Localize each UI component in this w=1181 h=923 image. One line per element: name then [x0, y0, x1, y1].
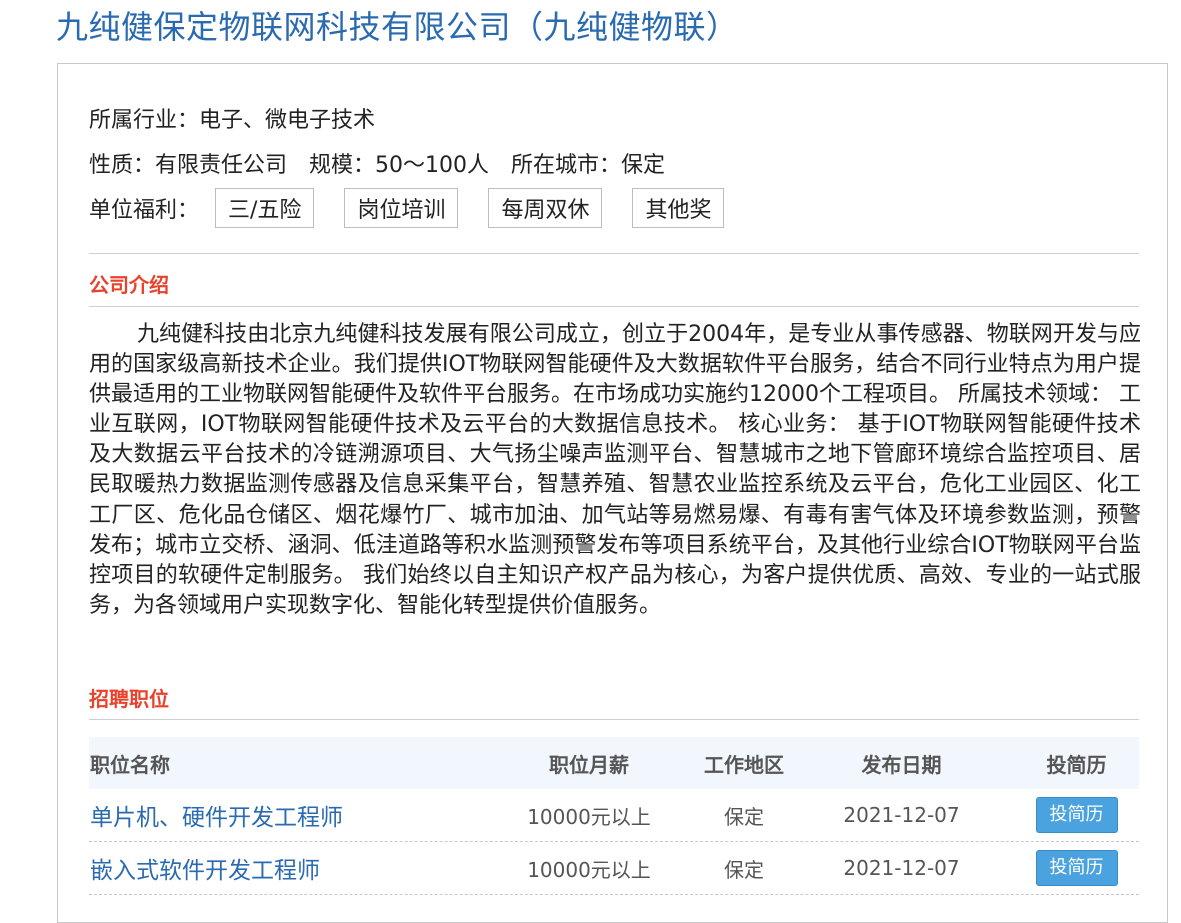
apply-cell: 投简历 [1014, 797, 1139, 833]
company-facts-line: 性质：有限责任公司 规模：50～100人 所在城市：保定 [89, 147, 665, 179]
welfare-label: 单位福利： [89, 198, 200, 223]
jobs-table-header: 职位名称 职位月薪 工作地区 发布日期 投简历 [89, 737, 1139, 789]
apply-cell: 投简历 [1014, 850, 1139, 886]
job-area: 保定 [724, 804, 764, 829]
jobs-table: 职位名称 职位月薪 工作地区 发布日期 投简历 单片机、硬件开发工程师 1000… [89, 737, 1139, 895]
job-title-link[interactable]: 单片机、硬件开发工程师 [89, 798, 479, 832]
city-text: 所在城市：保定 [511, 153, 666, 178]
welfare-tag: 岗位培训 [344, 188, 459, 228]
divider [89, 253, 1139, 254]
job-salary: 10000元以上 [527, 857, 651, 882]
job-date: 2021-12-07 [843, 803, 960, 827]
job-salary: 10000元以上 [527, 804, 651, 829]
welfare-tag: 三/五险 [215, 188, 315, 228]
apply-button[interactable]: 投简历 [1035, 850, 1118, 886]
header-salary: 职位月薪 [549, 752, 629, 777]
job-row: 单片机、硬件开发工程师 10000元以上 保定 2021-12-07 投简历 [89, 789, 1139, 842]
welfare-row: 单位福利： 三/五险 岗位培训 每周双休 其他奖 [89, 187, 754, 229]
company-title: 九纯健保定物联网科技有限公司（九纯健物联） [56, 8, 739, 46]
apply-button[interactable]: 投简历 [1035, 797, 1118, 833]
welfare-tag: 每周双休 [488, 188, 603, 228]
header-apply: 投简历 [1046, 752, 1107, 777]
job-area: 保定 [724, 857, 764, 882]
job-date: 2021-12-07 [843, 856, 960, 880]
industry-line: 所属行业：电子、微电子技术 [89, 102, 375, 134]
job-row: 嵌入式软件开发工程师 10000元以上 保定 2021-12-07 投简历 [89, 842, 1139, 895]
jobs-heading: 招聘职位 [89, 687, 169, 711]
welfare-tag: 其他奖 [632, 188, 725, 228]
scale-text: 规模：50～100人 [309, 153, 490, 178]
header-job-name: 职位名称 [90, 752, 170, 777]
nature-text: 性质：有限责任公司 [89, 153, 288, 178]
industry-text: 所属行业：电子、微电子技术 [89, 108, 376, 133]
intro-heading: 公司介绍 [89, 273, 169, 297]
company-card: 所属行业：电子、微电子技术 性质：有限责任公司 规模：50～100人 所在城市：保定… [57, 63, 1168, 923]
company-intro-text: 九纯健科技由北京九纯健科技发展有限公司成立，创立于2004年，是专业从事传感器、… [89, 322, 1141, 618]
job-title-link[interactable]: 嵌入式软件开发工程师 [89, 851, 479, 885]
header-date: 发布日期 [861, 752, 942, 777]
divider [89, 306, 1139, 307]
header-area: 工作地区 [704, 752, 784, 777]
divider [89, 719, 1139, 720]
